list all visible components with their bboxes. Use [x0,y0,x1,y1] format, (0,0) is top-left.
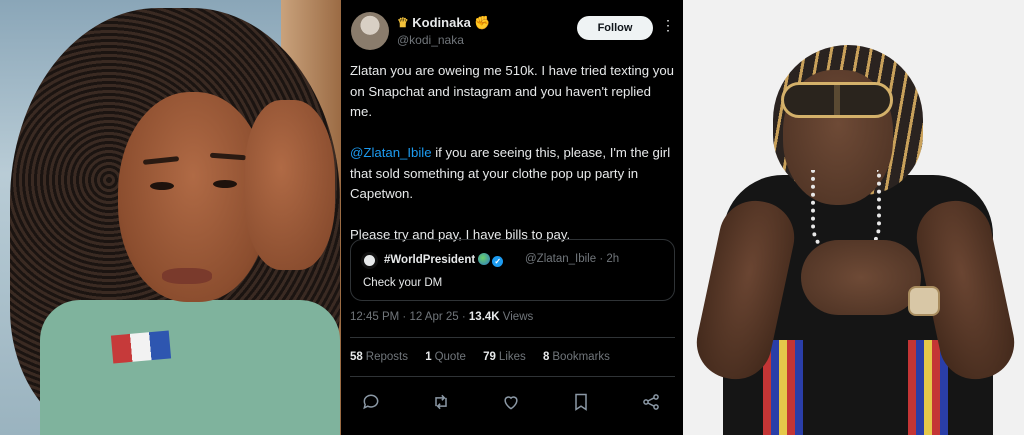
engagement-stats: 58 Reposts 1 Quote 79 Likes 8 Bookmarks [350,351,624,363]
tweet-text: Zlatan you are oweing me 510k. I have tr… [350,61,676,246]
views-count: 13.4K [468,311,500,323]
handle[interactable]: @kodi_naka [397,33,464,47]
flexed-bicep-icon: ✊ [474,15,491,30]
views-label: Views [499,311,534,323]
left-photo [0,0,341,435]
mention-link[interactable]: @Zlatan_Ibile [350,145,432,160]
lips [162,268,212,284]
tweet-paragraph: Zlatan you are oweing me 510k. I have tr… [350,63,675,119]
shirt [40,300,340,435]
quoted-avatar [361,252,378,269]
verified-icon: ✓ [492,256,504,267]
hand [245,100,335,270]
repost-icon[interactable] [431,392,451,417]
eye [150,182,174,190]
quoted-tweet[interactable]: #WorldPresident ✓ @Zlatan_Ibile · 2h Chec… [350,239,675,301]
globe-icon [478,253,491,265]
bookmark-icon[interactable] [571,392,591,417]
quoted-text: Check your DM [363,277,443,289]
tweet-paragraph: @Zlatan_Ibile if you are seeing this, pl… [350,145,671,201]
avatar[interactable] [351,12,389,50]
action-bar [361,392,661,416]
quoted-handle-time: @Zlatan_Ibile · 2h [525,253,620,265]
follow-button[interactable]: Follow [577,16,653,40]
reply-icon[interactable] [361,392,381,417]
share-icon[interactable] [641,392,661,417]
quotes-stat[interactable]: 1 Quote [425,351,466,363]
sunglasses [781,82,893,118]
clasped-hands [801,240,921,315]
divider [350,376,675,377]
timestamp-views: 12:45 PM · 12 Apr 25 · 13.4K Views [350,311,533,323]
shirt-print [110,330,172,364]
tweet-card: ♛ Kodinaka ✊ @kodi_naka Follow ⋮ Zlatan … [341,0,683,435]
like-icon[interactable] [501,392,521,417]
crown-icon: ♛ [397,15,409,30]
quoted-display-name: #WorldPresident ✓ [384,253,504,267]
likes-stat[interactable]: 79 Likes [483,351,526,363]
more-options-icon[interactable]: ⋮ [661,18,675,32]
eye [213,180,237,188]
watch [908,286,940,316]
display-name[interactable]: ♛ Kodinaka ✊ [397,15,491,31]
reposts-stat[interactable]: 58 Reposts [350,351,408,363]
divider [350,337,675,338]
right-photo [683,0,1024,435]
timestamp[interactable]: 12:45 PM · 12 Apr 25 · [350,311,469,323]
bookmarks-stat[interactable]: 8 Bookmarks [543,351,610,363]
